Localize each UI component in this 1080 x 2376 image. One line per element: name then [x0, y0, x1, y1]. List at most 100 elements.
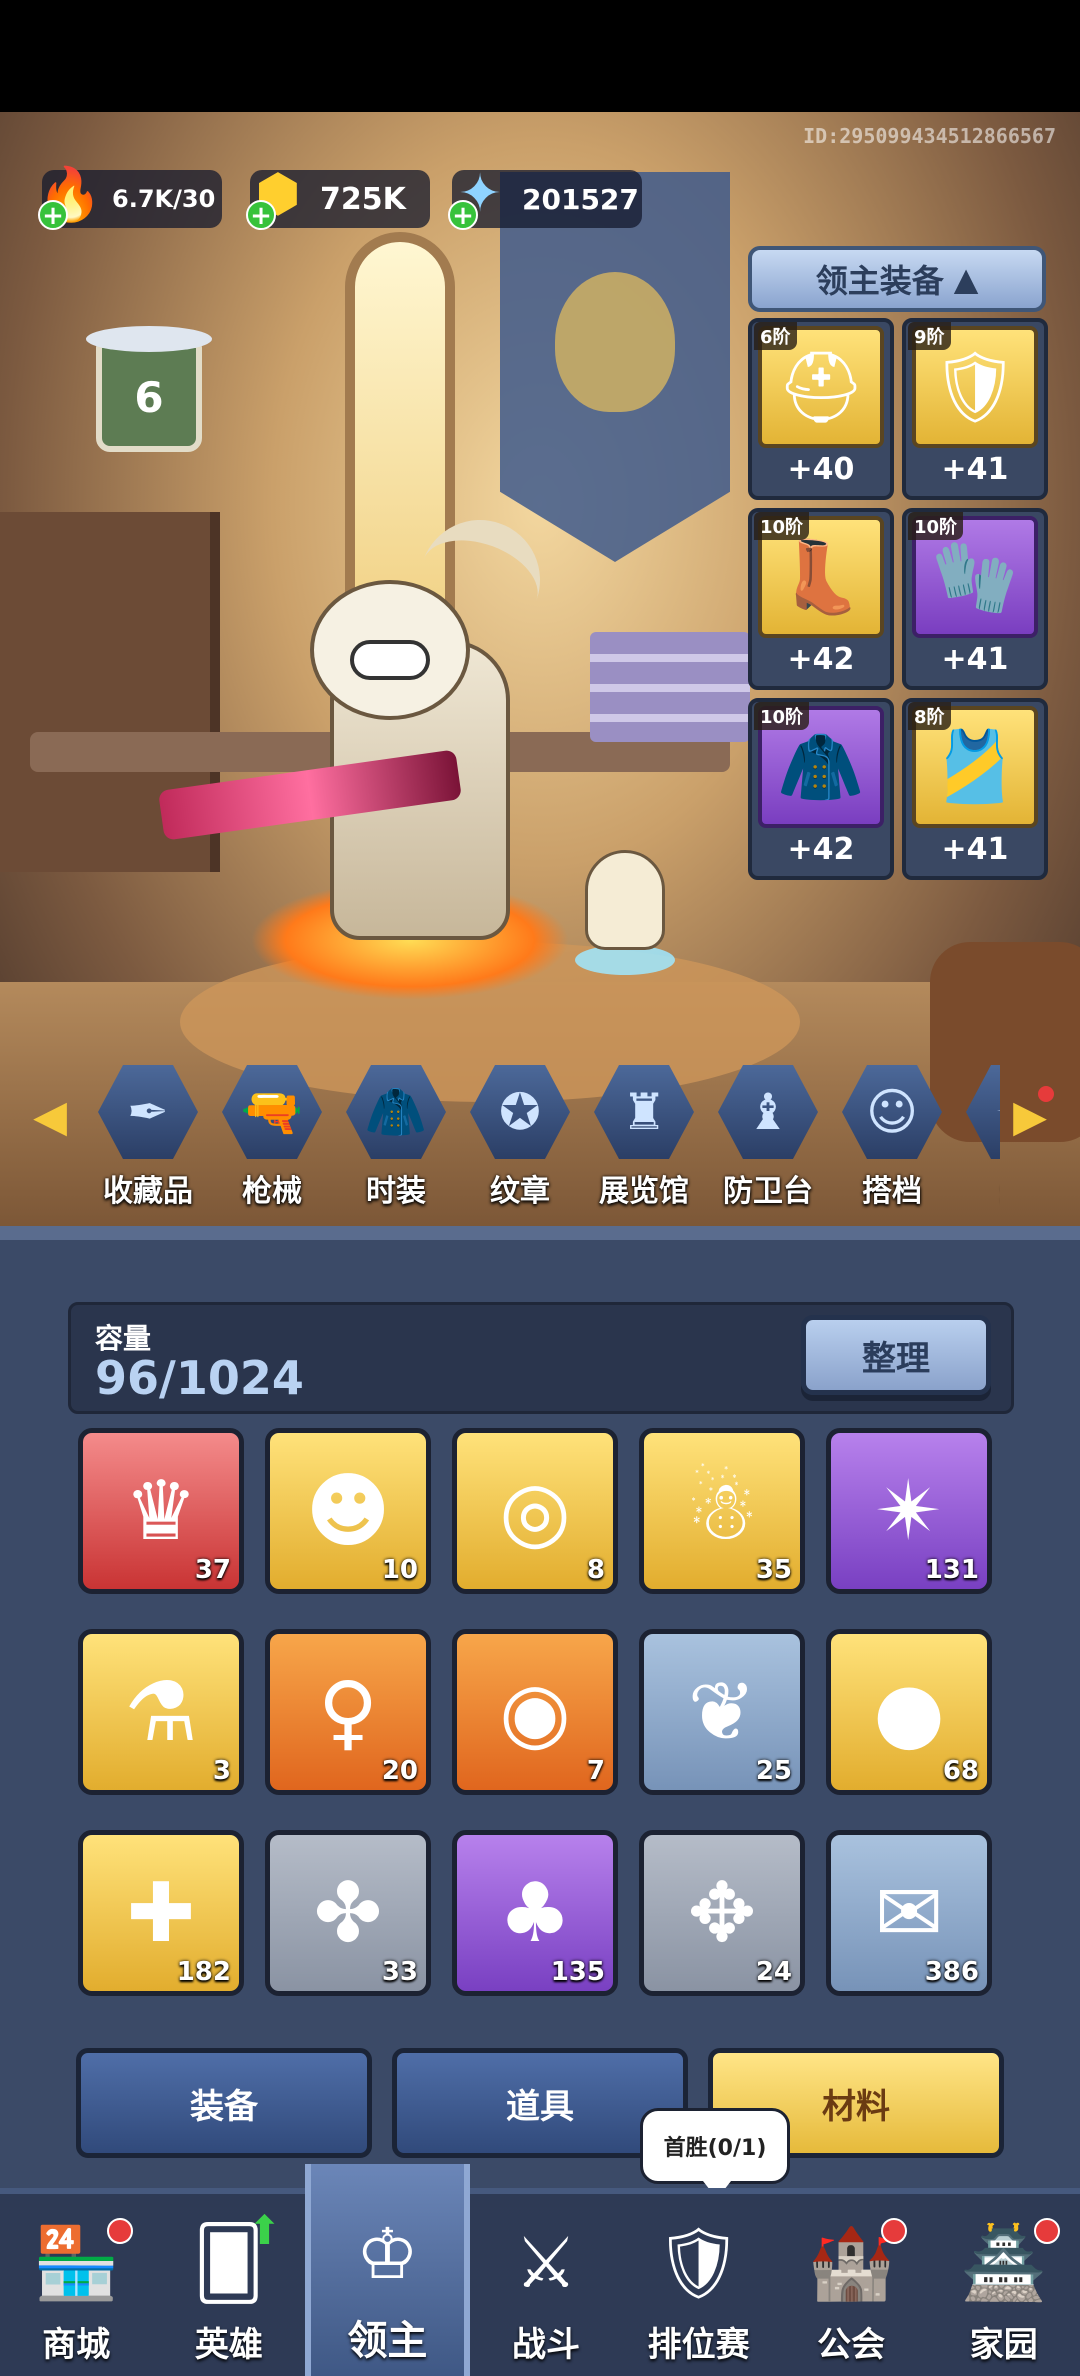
wings-icon [86, 326, 212, 352]
equipment-tier: 8阶 [908, 702, 951, 730]
capacity-box: 容量 96/1024 整理 [68, 1302, 1014, 1414]
category-item[interactable]: ✧幻 [954, 1062, 1000, 1212]
helmet-visor [350, 640, 430, 680]
lord-level: 6 [134, 372, 164, 422]
bottom-nav: 🏪 商城 🂠 英雄 ⬆ ♔ 领主 ⚔ 战斗 🛡 排位赛 🏰 公会 🏯 家园 [0, 2164, 1080, 2376]
category-label: 搭档 [862, 1174, 922, 1209]
inventory-item[interactable]: ✤ 33 [265, 1830, 431, 1996]
inventory-panel: 容量 96/1024 整理 ♛ 37 ☻ 10 ◎ 8 ☃ 35 ✴ 131 ⚗ 3 ♀ 20 ◉ 7 ❦ 25 ●… [0, 1226, 1080, 2188]
inventory-item[interactable]: ☻ 10 [265, 1428, 431, 1594]
category-item[interactable]: ♝ 防卫台 [706, 1062, 830, 1212]
resource-stamina[interactable]: 🔥 + 6.7K/30 [38, 165, 222, 230]
carousel-right-arrow[interactable]: ▶ [1010, 1086, 1054, 1142]
inventory-item[interactable]: ⚗ 3 [78, 1629, 244, 1795]
notification-dot [881, 2218, 908, 2244]
equipment-slot[interactable]: ⛑ 6阶 +40 [748, 318, 894, 500]
equipment-level: +41 [941, 452, 1009, 487]
capacity-value: 96/1024 [95, 1351, 304, 1405]
category-item[interactable]: ✪ 纹章 [458, 1062, 582, 1212]
star-gem-icon: ✴ [874, 1463, 944, 1559]
equipment-level: +40 [787, 452, 855, 487]
nav-item[interactable]: ⚔ 战斗 [470, 2194, 623, 2376]
plus-icon[interactable]: + [38, 200, 68, 230]
crystal-value: 201527 [522, 182, 639, 216]
inventory-item[interactable]: ☃ 35 [639, 1428, 805, 1594]
jacket-icon: 🧥 [346, 1065, 446, 1159]
lord-character[interactable] [157, 503, 570, 1000]
inventory-item[interactable]: ◉ 7 [452, 1629, 618, 1795]
book-stack [590, 632, 750, 742]
inventory-item[interactable]: ● 68 [826, 1629, 992, 1795]
category-label: 纹章 [490, 1174, 550, 1209]
partner-icon: ☺ [842, 1065, 942, 1159]
category-item[interactable]: ✒ 收藏品 [86, 1062, 210, 1212]
item-count: 25 [755, 1756, 792, 1786]
inventory-item[interactable]: ♣ 135 [452, 1830, 618, 1996]
inventory-item[interactable]: ◎ 8 [452, 1428, 618, 1594]
hero-shard-icon: ☻ [305, 1463, 391, 1559]
plus-icon[interactable]: + [246, 200, 276, 230]
banner-emblem [555, 272, 675, 412]
battle-swords-icon: ⚔ [514, 2222, 578, 2304]
nav-label: 家园 [969, 2325, 1038, 2365]
caret-up-icon: ▲ [953, 260, 979, 298]
category-label: 枪械 [242, 1174, 302, 1209]
nav-item[interactable]: 🏯 家园 [927, 2194, 1080, 2376]
puzzle-green-icon: ✤ [313, 1865, 383, 1961]
nav-item[interactable]: 🏰 公会 [775, 2194, 928, 2376]
flame-icon: 🔥 + [37, 164, 103, 231]
scroll-icon: ✉ [874, 1865, 944, 1961]
resource-gold[interactable]: ⬢ + 725K [246, 164, 430, 230]
category-label: 防卫台 [723, 1174, 813, 1209]
nav-item[interactable]: 🂠 英雄 ⬆ [153, 2194, 306, 2376]
inventory-item[interactable]: ♛ 37 [78, 1428, 244, 1594]
candy-icon: ◎ [499, 1463, 571, 1559]
stamina-value: 6.7K/30 [112, 185, 216, 213]
item-count: 7 [586, 1756, 605, 1786]
nav-label: 战斗 [512, 2325, 581, 2365]
category-item[interactable]: ☺ 搭档 [830, 1062, 954, 1212]
emblem-icon: ✪ [470, 1065, 570, 1159]
nav-item[interactable]: 🏪 商城 [0, 2194, 153, 2376]
category-item[interactable]: ♜ 展览馆 [582, 1062, 706, 1212]
inventory-item[interactable]: ❦ 25 [639, 1629, 805, 1795]
inventory-tabs: 装备 道具 材料 [76, 2048, 1006, 2158]
pet-companion[interactable] [575, 830, 675, 980]
inventory-item[interactable]: ✴ 131 [826, 1428, 992, 1594]
equipment-toggle-button[interactable]: 领主装备 ▲ [748, 246, 1046, 312]
item-count: 386 [924, 1957, 979, 1987]
lord-banner-icon: ♔ [356, 2213, 419, 2295]
lord-level-badge[interactable]: 6 [86, 326, 212, 452]
nav-item[interactable]: ♔ 领主 [305, 2164, 470, 2376]
nav-label: 公会 [817, 2325, 886, 2365]
equipment-level: +42 [787, 832, 855, 867]
inventory-item[interactable]: ✉ 386 [826, 1830, 992, 1996]
character-shard-icon: ♀ [317, 1664, 379, 1760]
inventory-grid: ♛ 37 ☻ 10 ◎ 8 ☃ 35 ✴ 131 ⚗ 3 ♀ 20 ◉ 7 ❦ 25 ● 68 ✚ 182 ✤ 33 ♣ 135 ✥… [78, 1428, 1008, 1996]
category-carousel: ◀ ✒ 收藏品 🔫 枪械 🧥 时装 ✪ 纹章 ♜ 展览馆 ♝ 防卫台 ☺ 搭档 ✧幻 ▶ [0, 1062, 1080, 1212]
category-item[interactable]: 🔫 枪械 [210, 1062, 334, 1212]
equipment-slot[interactable]: 🧤 10阶 +41 [902, 508, 1048, 690]
category-item[interactable]: 🧥 时装 [334, 1062, 458, 1212]
plus-icon[interactable]: + [448, 200, 478, 230]
inventory-item[interactable]: ✚ 182 [78, 1830, 244, 1996]
equipment-slot[interactable]: 🧥 10阶 +42 [748, 698, 894, 880]
tab-equipment[interactable]: 装备 [76, 2048, 372, 2158]
puzzle-dark-icon: ✥ [687, 1865, 757, 1961]
equipment-slot[interactable]: 🛡 9阶 +41 [902, 318, 1048, 500]
equipment-slot[interactable]: 👢 10阶 +42 [748, 508, 894, 690]
inventory-item[interactable]: ♀ 20 [265, 1629, 431, 1795]
sort-button[interactable]: 整理 [801, 1315, 991, 1395]
gun-icon: 🔫 [222, 1065, 322, 1159]
pet-body [585, 850, 665, 950]
equipment-title: 领主装备 [815, 262, 944, 300]
inventory-item[interactable]: ✥ 24 [639, 1830, 805, 1996]
nav-item[interactable]: 🛡 排位赛 [622, 2194, 775, 2376]
equipment-slot[interactable]: 🎽 8阶 +41 [902, 698, 1048, 880]
carousel-left-arrow[interactable]: ◀ [30, 1092, 70, 1142]
item-count: 33 [381, 1957, 418, 1987]
nav-label: 排位赛 [647, 2325, 750, 2365]
equipment-tier: 9阶 [908, 322, 951, 350]
item-count: 68 [942, 1756, 979, 1786]
resource-crystal[interactable]: ✦ + 201527 [448, 164, 642, 230]
